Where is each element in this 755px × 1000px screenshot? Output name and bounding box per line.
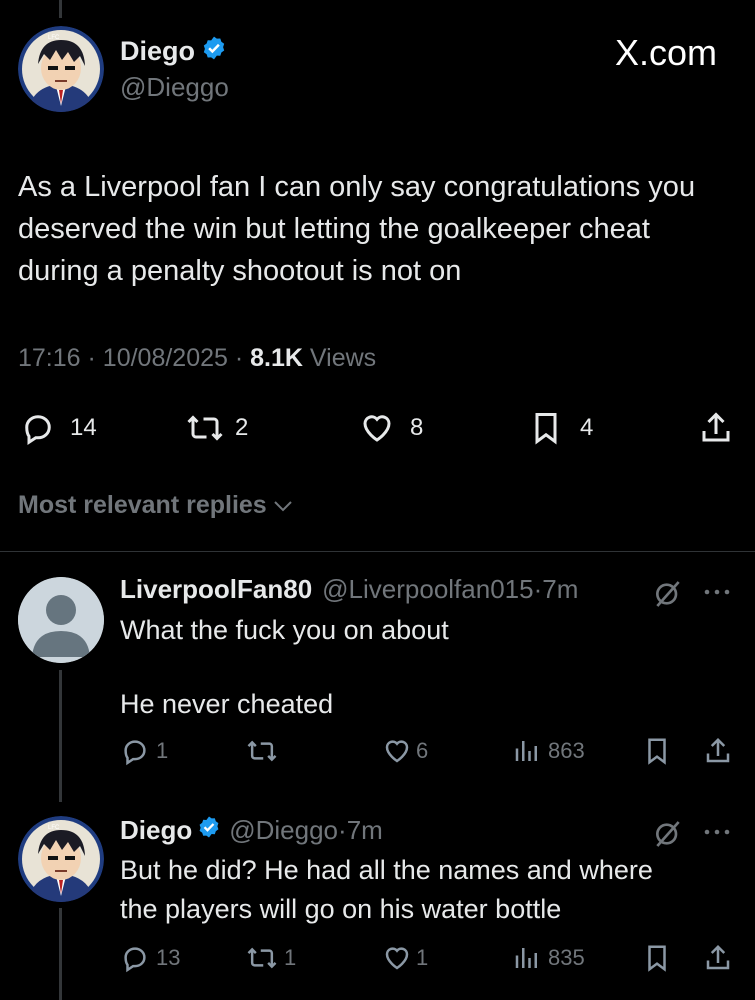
grok-icon <box>656 581 680 607</box>
verified-badge-icon <box>201 35 227 68</box>
more-options-button[interactable] <box>702 579 732 612</box>
reply2-header: Diego @Dieggo · 7m <box>120 815 383 846</box>
reply-author-handle[interactable]: @Liverpoolfan015 <box>322 574 533 605</box>
x-com-label: X.com <box>614 32 717 73</box>
bookmark-count: 4 <box>580 414 594 441</box>
reply-views-button[interactable]: 863 <box>512 736 585 766</box>
reply-like-count: 6 <box>416 738 429 763</box>
heart-icon <box>363 415 391 442</box>
grok-button[interactable] <box>652 578 684 615</box>
separator-dot: · <box>87 344 103 372</box>
reply2-author-name[interactable]: Diego <box>120 815 192 846</box>
reply-icon <box>124 947 146 973</box>
share-icon <box>702 412 730 442</box>
repost-count: 2 <box>235 414 249 441</box>
reply-time[interactable]: 7m <box>542 574 578 605</box>
separator-dot: · <box>234 344 251 372</box>
section-divider <box>0 551 755 552</box>
anime-avatar-icon: LFC <box>18 816 104 902</box>
reply2-views-count: 835 <box>548 945 585 970</box>
like-button[interactable]: 8 <box>358 410 423 446</box>
sort-dropdown[interactable]: Most relevant replies <box>18 491 295 520</box>
grok-icon <box>656 821 680 847</box>
reply-views-count: 863 <box>548 738 585 763</box>
separator-dot: · <box>338 815 347 845</box>
like-count: 8 <box>410 414 424 441</box>
reply2-text-line-1: But he did? He had all the names and whe… <box>120 855 653 885</box>
author-block: Diego @Dieggo <box>120 35 229 103</box>
tweet-text: As a Liverpool fan I can only say congra… <box>18 171 696 287</box>
author-handle[interactable]: @Dieggo <box>120 72 229 103</box>
repost-icon <box>247 740 277 762</box>
reply2-author-handle[interactable]: @Dieggo <box>229 815 338 846</box>
default-avatar-icon <box>18 577 104 663</box>
author-avatar[interactable]: LFC <box>18 26 104 112</box>
heart-icon <box>385 740 409 763</box>
separator-dot: · <box>533 574 543 604</box>
reply2-repost-count: 1 <box>284 945 297 970</box>
bookmark-icon <box>535 413 557 445</box>
reply-repost-button[interactable] <box>246 736 284 766</box>
views-label: Views <box>309 344 377 372</box>
reply2-time[interactable]: 7m <box>347 815 383 846</box>
reply-reply-button[interactable]: 1 <box>120 736 168 766</box>
thread-line-top <box>59 0 62 18</box>
reply2-share-button[interactable] <box>703 943 733 973</box>
share-button[interactable] <box>698 410 734 446</box>
more-icon <box>704 589 730 595</box>
reply-icon <box>124 740 146 766</box>
reply-avatar-diego[interactable]: LFC <box>18 816 104 902</box>
share-icon <box>706 944 730 970</box>
reply2-like-count: 1 <box>416 945 429 970</box>
tweet-meta: 17:16 · 10/08/2025 · 8.1K Views <box>18 344 376 373</box>
heart-icon <box>385 947 409 970</box>
thread-line-bottom <box>59 908 62 1000</box>
chevron-down-icon <box>274 500 292 511</box>
anime-avatar-icon: LFC <box>18 26 104 112</box>
reply-count: 14 <box>70 414 97 441</box>
reply-share-button[interactable] <box>703 736 733 766</box>
reply-icon <box>25 415 51 446</box>
reply-button[interactable]: 14 <box>20 410 97 446</box>
reply2-text-line-2: the players will go on his water bottle <box>120 894 562 924</box>
reply-bookmark-button[interactable] <box>644 736 670 766</box>
more-icon <box>704 829 730 835</box>
author-name[interactable]: Diego <box>120 36 195 67</box>
reply2-reply-count: 13 <box>156 945 181 970</box>
tweet-time[interactable]: 17:16 <box>18 344 81 372</box>
sort-label: Most relevant replies <box>18 491 267 519</box>
share-icon <box>706 737 730 763</box>
more-options-button[interactable] <box>702 819 732 850</box>
svg-text:LFC: LFC <box>48 35 60 41</box>
bookmark-button[interactable]: 4 <box>530 410 593 446</box>
repost-icon <box>187 415 223 441</box>
reply-like-button[interactable]: 6 <box>382 736 428 766</box>
reply2-repost-button[interactable]: 1 <box>246 943 296 973</box>
reply-header: LiverpoolFan80 @Liverpoolfan015 · 7m <box>120 574 578 605</box>
analytics-icon <box>515 948 537 968</box>
reply-avatar[interactable] <box>18 577 104 663</box>
tweet-date[interactable]: 10/08/2025 <box>103 344 228 372</box>
reply2-like-button[interactable]: 1 <box>382 943 428 973</box>
reply-reply-count: 1 <box>156 738 169 763</box>
reply-author-name[interactable]: LiverpoolFan80 <box>120 574 312 605</box>
reply2-views-button[interactable]: 835 <box>512 943 585 973</box>
reply-text-line-2: He never cheated <box>120 689 334 719</box>
bookmark-icon <box>648 738 666 765</box>
analytics-icon <box>515 741 537 761</box>
thread-line-reply <box>59 670 62 802</box>
reply2-bookmark-button[interactable] <box>644 943 670 973</box>
x-watermark: X.com <box>615 32 717 74</box>
svg-text:LFC: LFC <box>48 825 60 831</box>
views-count: 8.1K <box>250 344 303 372</box>
verified-badge-icon <box>197 815 221 846</box>
repost-icon <box>247 947 277 969</box>
repost-button[interactable]: 2 <box>185 410 248 446</box>
reply-text-line-1: What the fuck you on about <box>120 615 449 645</box>
grok-button[interactable] <box>652 818 684 855</box>
reply2-reply-button[interactable]: 13 <box>120 943 180 973</box>
bookmark-icon <box>648 945 666 972</box>
